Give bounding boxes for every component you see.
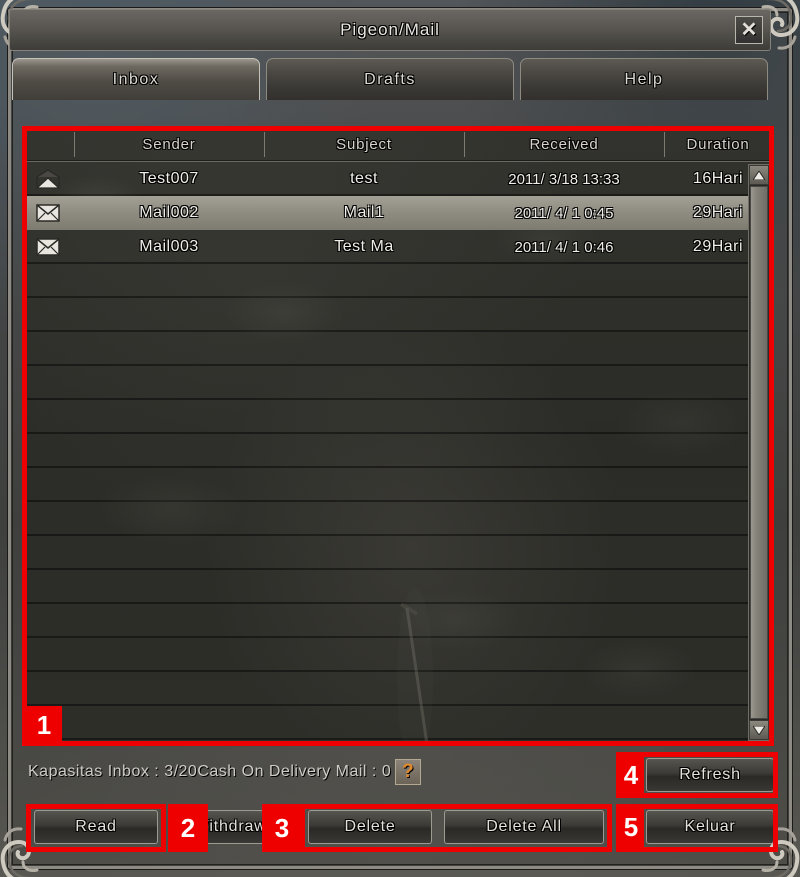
delete-button[interactable]: Delete: [308, 810, 432, 844]
cell-sender: Mail002: [139, 204, 199, 221]
scrollbar-thumb[interactable]: [750, 186, 768, 719]
list-header: Sender Subject Received Duration: [22, 128, 772, 162]
withdraw-button[interactable]: Withdraw: [168, 810, 292, 844]
chevron-down-icon[interactable]: [749, 720, 769, 740]
mail-rows: Test007 test 2011/ 3/18 13:33 16Hari Mai…: [22, 162, 772, 264]
column-header-icon[interactable]: [22, 128, 74, 161]
status-bar: Kapasitas Inbox : 3/20 Cash On Delivery …: [28, 756, 422, 788]
mail-list-panel: Sender Subject Received Duration Test007…: [22, 128, 772, 743]
tab-inbox[interactable]: Inbox: [12, 58, 260, 100]
cell-received: 2011/ 4/ 1 0:46: [514, 238, 614, 256]
table-row[interactable]: Test007 test 2011/ 3/18 13:33 16Hari: [22, 162, 772, 196]
cod-mail-label: Cash On Delivery Mail : 0: [197, 763, 392, 780]
column-header-received[interactable]: Received: [464, 128, 664, 161]
cell-received: 2011/ 4/ 1 0:45: [514, 204, 614, 222]
table-row[interactable]: Mail003 Test Ma 2011/ 4/ 1 0:46 29Hari: [22, 230, 772, 264]
refresh-button[interactable]: Refresh: [646, 758, 774, 792]
list-scrollbar[interactable]: [748, 164, 770, 741]
cell-received: 2011/ 3/18 13:33: [508, 170, 620, 188]
mail-closed-icon: [22, 230, 74, 264]
inbox-capacity-label: Kapasitas Inbox : 3/20: [28, 763, 198, 780]
page-title: Pigeon/Mail: [340, 20, 440, 39]
scrollbar-track[interactable]: [749, 185, 769, 720]
delete-all-button[interactable]: Delete All: [444, 810, 604, 844]
tab-help[interactable]: Help: [520, 58, 768, 100]
tab-drafts[interactable]: Drafts: [266, 58, 514, 100]
column-header-subject[interactable]: Subject: [264, 128, 464, 161]
help-icon[interactable]: ?: [395, 759, 422, 785]
chevron-up-icon[interactable]: [749, 165, 769, 185]
mail-open-icon: [22, 162, 74, 196]
column-header-sender[interactable]: Sender: [74, 128, 264, 161]
cell-sender: Test007: [139, 170, 199, 187]
cell-subject: test: [350, 170, 378, 187]
tab-bar: Inbox Drafts Help: [12, 58, 768, 100]
read-button[interactable]: Read: [34, 810, 158, 844]
sword-watermark: [397, 588, 433, 743]
cell-sender: Mail003: [139, 238, 199, 255]
column-header-duration[interactable]: Duration: [664, 128, 772, 161]
keluar-button[interactable]: Keluar: [646, 810, 774, 844]
mail-closed-icon: [22, 196, 74, 230]
table-row[interactable]: Mail002 Mail1 2011/ 4/ 1 0:45 29Hari: [22, 196, 772, 230]
cell-subject: Mail1: [343, 204, 385, 221]
cell-subject: Test Ma: [334, 238, 394, 255]
title-bar: Pigeon/Mail ✕: [9, 9, 771, 51]
close-glyph: ✕: [740, 19, 758, 41]
close-icon[interactable]: ✕: [735, 16, 763, 44]
